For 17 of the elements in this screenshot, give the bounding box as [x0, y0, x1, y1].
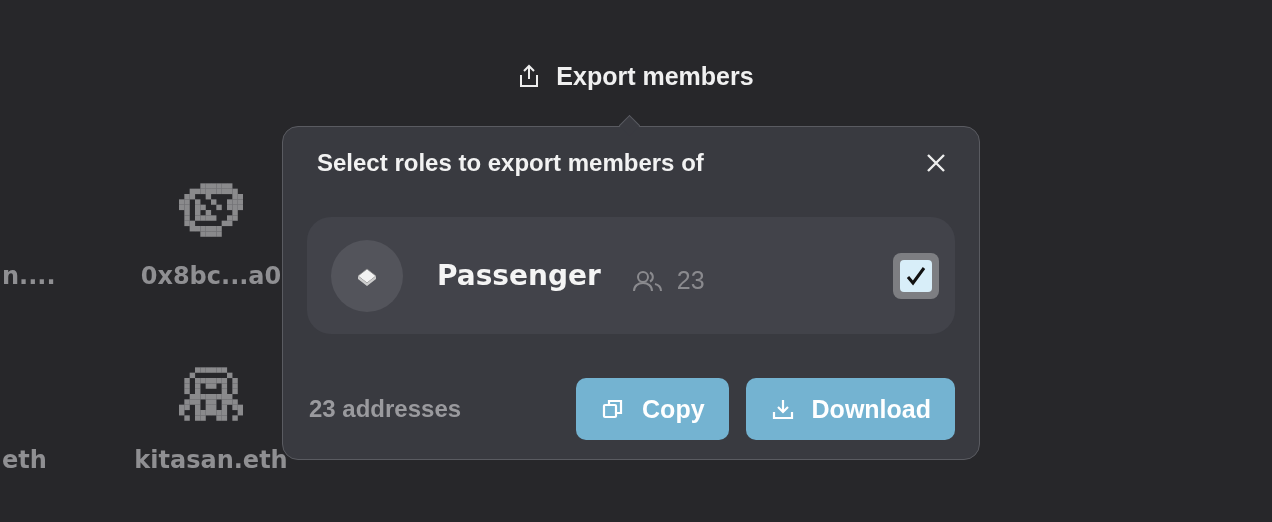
role-card[interactable]: Passenger 23 — [307, 217, 955, 334]
member-count: 23 — [676, 266, 705, 295]
popover-title: Select roles to export members of — [317, 149, 704, 177]
member-name[interactable]: 0x8bc...a0 — [140, 264, 282, 288]
member-name[interactable]: kitasan.eth — [134, 448, 288, 472]
role-name: Passenger — [437, 259, 601, 292]
export-members-button[interactable]: Export members — [518, 58, 754, 94]
download-icon — [771, 398, 794, 420]
role-checkbox[interactable] — [893, 252, 939, 299]
member-name[interactable]: eth — [2, 448, 47, 472]
members-icon — [632, 269, 663, 292]
copy-icon — [602, 398, 625, 420]
address-count: 23 addresses — [309, 395, 463, 423]
member-name[interactable]: n.... — [2, 264, 56, 288]
close-icon[interactable] — [925, 152, 947, 174]
share-icon — [518, 64, 541, 88]
checkmark-icon — [905, 264, 927, 287]
